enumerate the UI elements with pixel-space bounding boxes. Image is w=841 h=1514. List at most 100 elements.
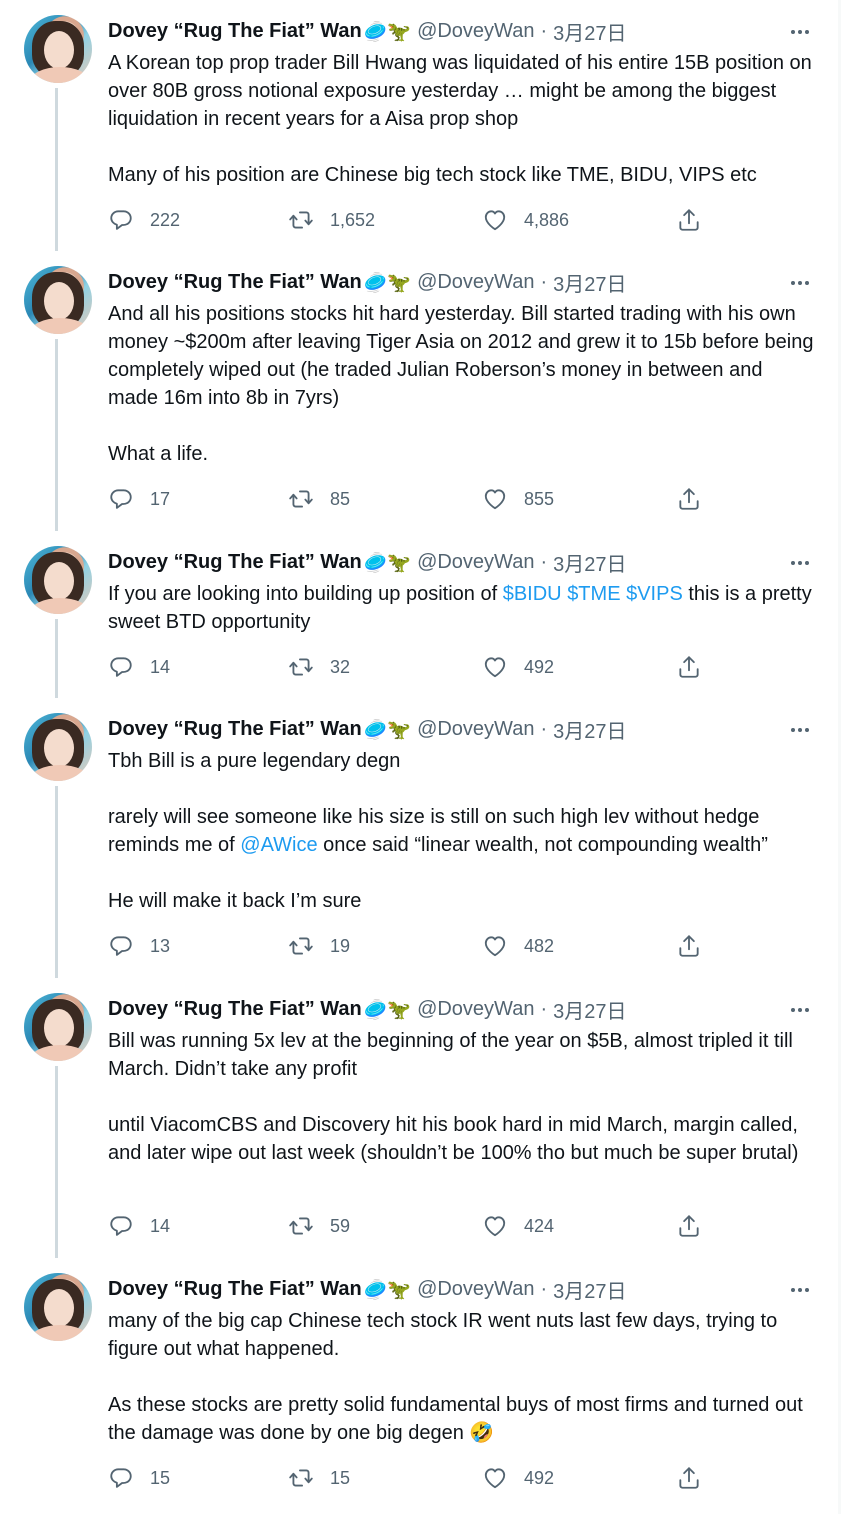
more-dot: [791, 30, 795, 34]
author-handle[interactable]: @DoveyWan: [417, 271, 534, 294]
avatar-face: [44, 1009, 74, 1047]
author-name[interactable]: Dovey “Rug The Fiat” Wan: [108, 20, 362, 43]
more-dot: [798, 1288, 802, 1292]
tweet-date[interactable]: 3月27日: [553, 548, 626, 577]
separator-dot: ·: [540, 1277, 548, 1300]
more-icon[interactable]: [788, 718, 812, 742]
tweet-header: Dovey “Rug The Fiat” Wan 🥏🦖 @DoveyWan · 3月27…: [108, 715, 626, 743]
retweet-count: 1,652: [330, 209, 376, 230]
like-button[interactable]: 855: [482, 484, 554, 514]
reply-icon: [108, 1465, 134, 1491]
like-button[interactable]: 4,886: [482, 205, 569, 235]
author-handle[interactable]: @DoveyWan: [417, 718, 534, 741]
tweet[interactable]: Dovey “Rug The Fiat” Wan 🥏🦖 @DoveyWan · 3月27…: [0, 531, 838, 698]
retweet-button[interactable]: 59: [288, 1211, 350, 1241]
author-handle[interactable]: @DoveyWan: [417, 1278, 534, 1301]
more-dot: [805, 1008, 809, 1012]
retweet-button[interactable]: 19: [288, 931, 350, 961]
tweet-paragraph: rarely will see someone like his size is…: [108, 803, 818, 859]
tweet-paragraph: Many of his position are Chinese big tec…: [108, 161, 818, 189]
tweet-date[interactable]: 3月27日: [553, 17, 626, 46]
tweet-text-segment: What a life.: [108, 443, 209, 465]
like-button[interactable]: 424: [482, 1211, 554, 1241]
avatar[interactable]: [24, 546, 92, 614]
tweet-link[interactable]: $VIPS: [626, 583, 683, 605]
tweet-text-segment: Bill was running 5x lev at the beginning…: [108, 1030, 793, 1080]
more-dot: [791, 728, 795, 732]
author-name[interactable]: Dovey “Rug The Fiat” Wan: [108, 998, 362, 1021]
avatar[interactable]: [24, 993, 92, 1061]
tweet-link[interactable]: $TME: [567, 583, 620, 605]
tweet-header: Dovey “Rug The Fiat” Wan 🥏🦖 @DoveyWan · 3月27…: [108, 548, 626, 576]
tweet-paragraph: And all his positions stocks hit hard ye…: [108, 300, 818, 412]
tweet-link[interactable]: $BIDU: [503, 583, 562, 605]
tweet-link[interactable]: @AWice: [240, 834, 317, 856]
tweet-text-segment: A Korean top prop trader Bill Hwang was …: [108, 52, 812, 130]
reply-button[interactable]: 222: [108, 205, 180, 235]
tweet[interactable]: Dovey “Rug The Fiat” Wan 🥏🦖 @DoveyWan · 3月27…: [0, 0, 838, 251]
reply-button[interactable]: 15: [108, 1463, 170, 1493]
thread-line: [55, 619, 58, 698]
tweet-paragraph: A Korean top prop trader Bill Hwang was …: [108, 49, 818, 133]
like-button[interactable]: 492: [482, 652, 554, 682]
tweet-date[interactable]: 3月27日: [553, 268, 626, 297]
like-count: 492: [524, 1467, 555, 1488]
tweet[interactable]: Dovey “Rug The Fiat” Wan 🥏🦖 @DoveyWan · 3月27…: [0, 1258, 838, 1514]
heart-icon: [482, 207, 508, 233]
more-dot: [805, 728, 809, 732]
reply-button[interactable]: 14: [108, 1211, 170, 1241]
author-name[interactable]: Dovey “Rug The Fiat” Wan: [108, 271, 362, 294]
more-dot: [791, 1008, 795, 1012]
author-handle[interactable]: @DoveyWan: [417, 551, 534, 574]
reply-button[interactable]: 14: [108, 652, 170, 682]
retweet-button[interactable]: 1,652: [288, 205, 375, 235]
retweet-button[interactable]: 32: [288, 652, 350, 682]
replie-count: 222: [150, 209, 181, 230]
more-dot: [798, 1008, 802, 1012]
tweet-text-segment: until ViacomCBS and Discovery hit his bo…: [108, 1114, 799, 1164]
more-icon[interactable]: [788, 998, 812, 1022]
author-handle[interactable]: @DoveyWan: [417, 998, 534, 1021]
avatar[interactable]: [24, 15, 92, 83]
tweet-header: Dovey “Rug The Fiat” Wan 🥏🦖 @DoveyWan · 3月27…: [108, 268, 626, 296]
avatar[interactable]: [24, 1273, 92, 1341]
share-button[interactable]: [676, 1463, 702, 1493]
reply-button[interactable]: 17: [108, 484, 170, 514]
share-button[interactable]: [676, 652, 702, 682]
avatar-face: [44, 729, 74, 767]
tweet-paragraph: What a life.: [108, 440, 818, 468]
like-button[interactable]: 482: [482, 931, 554, 961]
like-count: 855: [524, 488, 555, 509]
tweet-paragraph: many of the big cap Chinese tech stock I…: [108, 1307, 818, 1363]
retweet-button[interactable]: 85: [288, 484, 350, 514]
share-button[interactable]: [676, 205, 702, 235]
author-name[interactable]: Dovey “Rug The Fiat” Wan: [108, 1278, 362, 1301]
more-icon[interactable]: [788, 551, 812, 575]
tweet-date[interactable]: 3月27日: [553, 1275, 626, 1304]
tweet-date[interactable]: 3月27日: [553, 715, 626, 744]
more-dot: [805, 30, 809, 34]
more-icon[interactable]: [788, 20, 812, 44]
tweet-date[interactable]: 3月27日: [553, 995, 626, 1024]
share-button[interactable]: [676, 1211, 702, 1241]
author-emoji: 🥏🦖: [363, 718, 412, 741]
more-icon[interactable]: [788, 271, 812, 295]
avatar[interactable]: [24, 713, 92, 781]
author-name[interactable]: Dovey “Rug The Fiat” Wan: [108, 718, 362, 741]
reply-button[interactable]: 13: [108, 931, 170, 961]
retweet-button[interactable]: 15: [288, 1463, 350, 1493]
share-button[interactable]: [676, 931, 702, 961]
author-emoji: 🥏🦖: [363, 271, 412, 294]
author-handle[interactable]: @DoveyWan: [417, 20, 534, 43]
share-button[interactable]: [676, 484, 702, 514]
more-icon[interactable]: [788, 1278, 812, 1302]
author-name[interactable]: Dovey “Rug The Fiat” Wan: [108, 551, 362, 574]
tweet[interactable]: Dovey “Rug The Fiat” Wan 🥏🦖 @DoveyWan · 3月27…: [0, 978, 838, 1258]
more-dot: [791, 561, 795, 565]
avatar[interactable]: [24, 266, 92, 334]
tweet-text-segment: many of the big cap Chinese tech stock I…: [108, 1310, 778, 1360]
tweet[interactable]: Dovey “Rug The Fiat” Wan 🥏🦖 @DoveyWan · 3月27…: [0, 698, 838, 978]
like-button[interactable]: 492: [482, 1463, 554, 1493]
tweet[interactable]: Dovey “Rug The Fiat” Wan 🥏🦖 @DoveyWan · 3月27…: [0, 251, 838, 531]
retweet-count: 85: [330, 488, 351, 509]
